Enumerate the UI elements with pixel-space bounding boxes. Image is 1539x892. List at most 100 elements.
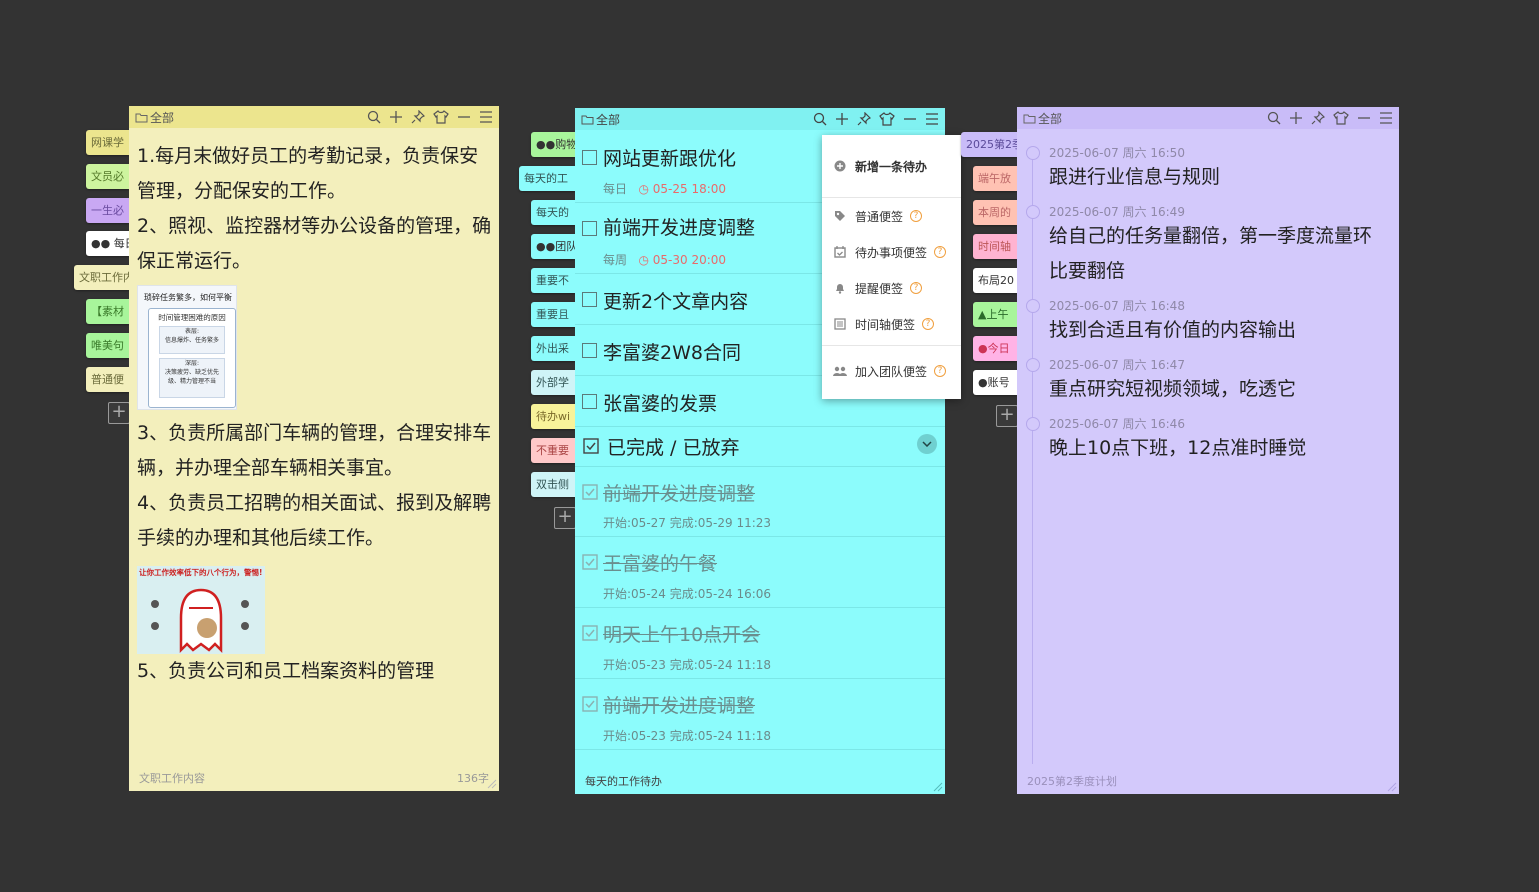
menu-item-reminder-note[interactable]: 提醒便签 ? — [822, 270, 961, 306]
note2-tab[interactable]: 外出采 — [531, 336, 575, 361]
menu-icon[interactable] — [925, 112, 939, 126]
add-tab-button[interactable]: + — [108, 402, 130, 424]
note1-tab[interactable]: ●● 每日 — [86, 231, 129, 256]
help-icon[interactable]: ? — [910, 210, 923, 222]
plus-circle-icon — [834, 160, 846, 172]
menu-item-todo-note[interactable]: 待办事项便签 ? — [822, 234, 961, 270]
note1-tab[interactable]: 唯美句 — [86, 333, 129, 358]
done-item[interactable]: 明天上午10点开会 开始:05-23 完成:05-24 11:18 — [575, 608, 945, 679]
skin-icon[interactable] — [1333, 111, 1349, 125]
note3-tab[interactable]: 布局20 — [973, 268, 1017, 293]
note3-tab[interactable]: 本周的 — [973, 200, 1017, 225]
note-content[interactable]: 1.每月末做好员工的考勤记录，负责保安管理，分配保安的工作。 2、照视、监控器材… — [137, 139, 493, 689]
menu-icon[interactable] — [1379, 111, 1393, 125]
note1-tab[interactable]: 普通便 — [86, 367, 129, 392]
minimize-icon[interactable] — [1357, 111, 1371, 125]
menu-item-new-todo[interactable]: 新增一条待办 — [822, 148, 961, 184]
note1-tab[interactable]: 文职工作内 — [74, 265, 129, 290]
pin-icon[interactable] — [857, 112, 871, 126]
pin-icon[interactable] — [411, 110, 425, 124]
search-icon[interactable] — [367, 110, 381, 124]
note2-tab[interactable]: ●●团队 — [531, 234, 575, 259]
checked-box-icon[interactable] — [582, 484, 598, 500]
note3-tab[interactable]: 端午放 — [973, 166, 1017, 191]
collapse-button[interactable] — [917, 434, 937, 454]
menu-item-join-team[interactable]: 加入团队便签 ? — [822, 353, 961, 389]
folder-icon — [135, 113, 148, 122]
note2-tab[interactable]: 待办wi — [531, 404, 575, 429]
note3-tab[interactable]: 时间轴 — [973, 234, 1017, 259]
checked-box-icon[interactable] — [582, 554, 598, 570]
todo-checkbox[interactable] — [582, 150, 597, 165]
done-meta: 开始:05-27 完成:05-29 11:23 — [603, 516, 772, 530]
diagram-box: 时间管理困难的原因 表层: 信息爆炸、任务繁多 深层: 决策疲劳、缺乏优先级、精力管… — [148, 308, 236, 408]
add-tab-button[interactable]: + — [554, 507, 576, 529]
timeline-icon — [834, 318, 846, 330]
note1-tab[interactable]: 网课学 — [86, 130, 129, 155]
note1-tab[interactable]: 文员必 — [86, 164, 129, 189]
menu-item-label: 新增一条待办 — [855, 159, 928, 174]
todo-checkbox[interactable] — [582, 343, 597, 358]
plus-icon[interactable] — [389, 110, 403, 124]
note3-tab[interactable]: ▲上午 — [973, 302, 1017, 327]
todo-checkbox[interactable] — [582, 292, 597, 307]
menu-item-label: 普通便签 — [855, 209, 904, 224]
note2-tab[interactable]: 每天的 — [531, 200, 575, 225]
note2-tab[interactable]: 重要且 — [531, 302, 575, 327]
minimize-icon[interactable] — [457, 110, 471, 124]
done-item[interactable]: 王富婆的午餐 开始:05-24 完成:05-24 16:06 — [575, 537, 945, 608]
note2-tab[interactable]: 每天的工 — [519, 166, 575, 191]
note1-tab[interactable]: 一生必 — [86, 198, 129, 223]
checked-box-icon[interactable] — [582, 696, 598, 712]
note2-tab[interactable]: ●●购物 — [531, 132, 575, 157]
search-icon[interactable] — [813, 112, 827, 126]
embedded-image-efficiency[interactable]: 让你工作效率低下的八个行为，警惕! — [137, 566, 265, 654]
plus-icon[interactable] — [1289, 111, 1303, 125]
skin-icon[interactable] — [433, 110, 449, 124]
timeline-line — [1032, 147, 1033, 764]
menu-item-label: 加入团队便签 — [855, 364, 928, 379]
note2-tab[interactable]: 双击侧 — [531, 472, 575, 497]
skin-icon[interactable] — [879, 112, 895, 126]
image-title: 琐碎任务繁多，如何平衡 — [144, 293, 232, 302]
menu-item-normal-note[interactable]: 普通便签 ? — [822, 198, 961, 234]
note3-tab[interactable]: ●今日 — [973, 336, 1017, 361]
note-title[interactable]: 文职工作内容 — [139, 770, 205, 786]
help-icon[interactable]: ? — [922, 318, 935, 330]
note1-tab[interactable]: 【素材 — [86, 299, 129, 324]
pin-icon[interactable] — [1311, 111, 1325, 125]
done-item[interactable]: 前端开发进度调整 开始:05-27 完成:05-29 11:23 — [575, 467, 945, 537]
search-icon[interactable] — [1267, 111, 1281, 125]
note-title[interactable]: 每天的工作待办 — [585, 773, 662, 789]
resize-grip-icon[interactable] — [487, 779, 497, 789]
todo-title: 李富婆2W8合同 — [603, 342, 741, 364]
todo-title: 张富婆的发票 — [603, 393, 718, 415]
note3-tab[interactable]: 2025第2季 — [961, 132, 1017, 157]
todo-checkbox[interactable] — [582, 221, 597, 236]
resize-grip-icon[interactable] — [1387, 782, 1397, 792]
plus-icon[interactable] — [835, 112, 849, 126]
help-icon[interactable]: ? — [910, 282, 923, 294]
note-window-3: 全部 2025-06-07 周六 16:50 跟进行业信息与规则 2025-06… — [1017, 107, 1399, 794]
done-item[interactable]: 前端开发进度调整 开始:05-23 完成:05-24 11:18 — [575, 679, 945, 750]
resize-grip-icon[interactable] — [933, 782, 943, 792]
category-selector[interactable]: 全部 — [581, 111, 813, 128]
note2-tab[interactable]: 不重要 — [531, 438, 575, 463]
help-icon[interactable]: ? — [934, 246, 947, 258]
note-title[interactable]: 2025第2季度计划 — [1027, 773, 1117, 789]
done-meta: 开始:05-23 完成:05-24 11:18 — [603, 658, 772, 672]
note3-tab[interactable]: ●账号 — [973, 370, 1017, 395]
note2-tab[interactable]: 重要不 — [531, 268, 575, 293]
category-selector[interactable]: 全部 — [1023, 110, 1267, 127]
todo-checkbox[interactable] — [582, 394, 597, 409]
help-icon[interactable]: ? — [934, 365, 947, 377]
menu-item-timeline-note[interactable]: 时间轴便签 ? — [822, 306, 961, 342]
done-section-header[interactable]: 已完成 / 已放弃 — [575, 427, 945, 467]
note2-tab[interactable]: 外部学 — [531, 370, 575, 395]
menu-icon[interactable] — [479, 110, 493, 124]
minimize-icon[interactable] — [903, 112, 917, 126]
category-selector[interactable]: 全部 — [135, 109, 367, 126]
embedded-image-time-management[interactable]: 琐碎任务繁多，如何平衡 时间管理困难的原因 表层: 信息爆炸、任务繁多 深层: 决策… — [137, 285, 237, 410]
add-tab-button[interactable]: + — [996, 405, 1018, 427]
checked-box-icon[interactable] — [582, 625, 598, 641]
